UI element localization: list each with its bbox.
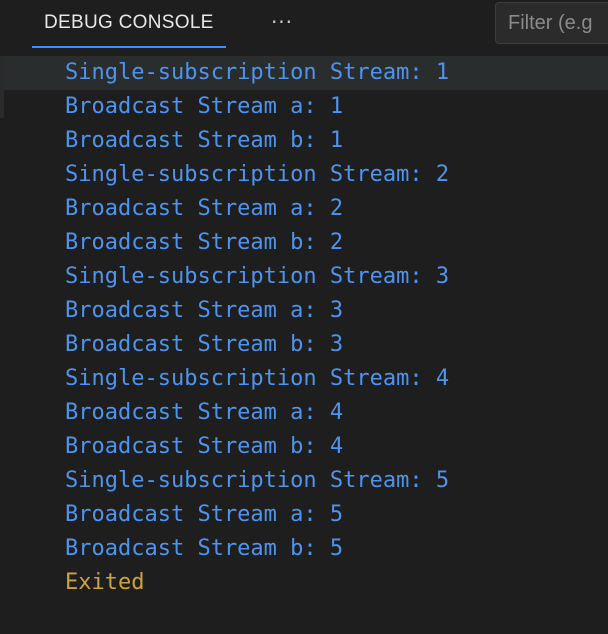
debug-console-panel: DEBUG CONSOLE ··· Filter (e.g Single-sub…: [0, 0, 608, 634]
more-actions-icon[interactable]: ···: [266, 6, 298, 38]
console-line: Broadcast Stream a: 5: [65, 502, 344, 527]
console-line: Single-subscription Stream: 5: [65, 468, 450, 493]
console-line: Broadcast Stream b: 5: [65, 536, 344, 561]
filter-input[interactable]: Filter (e.g: [495, 2, 608, 44]
console-line: Single-subscription Stream: 1: [65, 60, 450, 85]
console-line: Broadcast Stream b: 1: [65, 128, 344, 153]
console-line: Single-subscription Stream: 4: [65, 366, 450, 391]
console-line: Broadcast Stream b: 4: [65, 434, 344, 459]
console-line: Broadcast Stream a: 2: [65, 196, 344, 221]
tab-debug-console[interactable]: DEBUG CONSOLE: [32, 0, 226, 48]
panel-tab-bar: DEBUG CONSOLE ··· Filter (e.g: [0, 0, 608, 54]
console-line: Single-subscription Stream: 2: [65, 162, 450, 187]
console-line: Broadcast Stream a: 4: [65, 400, 344, 425]
console-line: Broadcast Stream a: 3: [65, 298, 344, 323]
console-line: Broadcast Stream b: 3: [65, 332, 344, 357]
exit-message: Exited: [65, 570, 145, 595]
console-output[interactable]: Single-subscription Stream: 1 Broadcast …: [0, 56, 608, 634]
console-line: Broadcast Stream a: 1: [65, 94, 344, 119]
console-line: Broadcast Stream b: 2: [65, 230, 344, 255]
console-lines: Single-subscription Stream: 1 Broadcast …: [65, 56, 449, 600]
console-line: Single-subscription Stream: 3: [65, 264, 450, 289]
